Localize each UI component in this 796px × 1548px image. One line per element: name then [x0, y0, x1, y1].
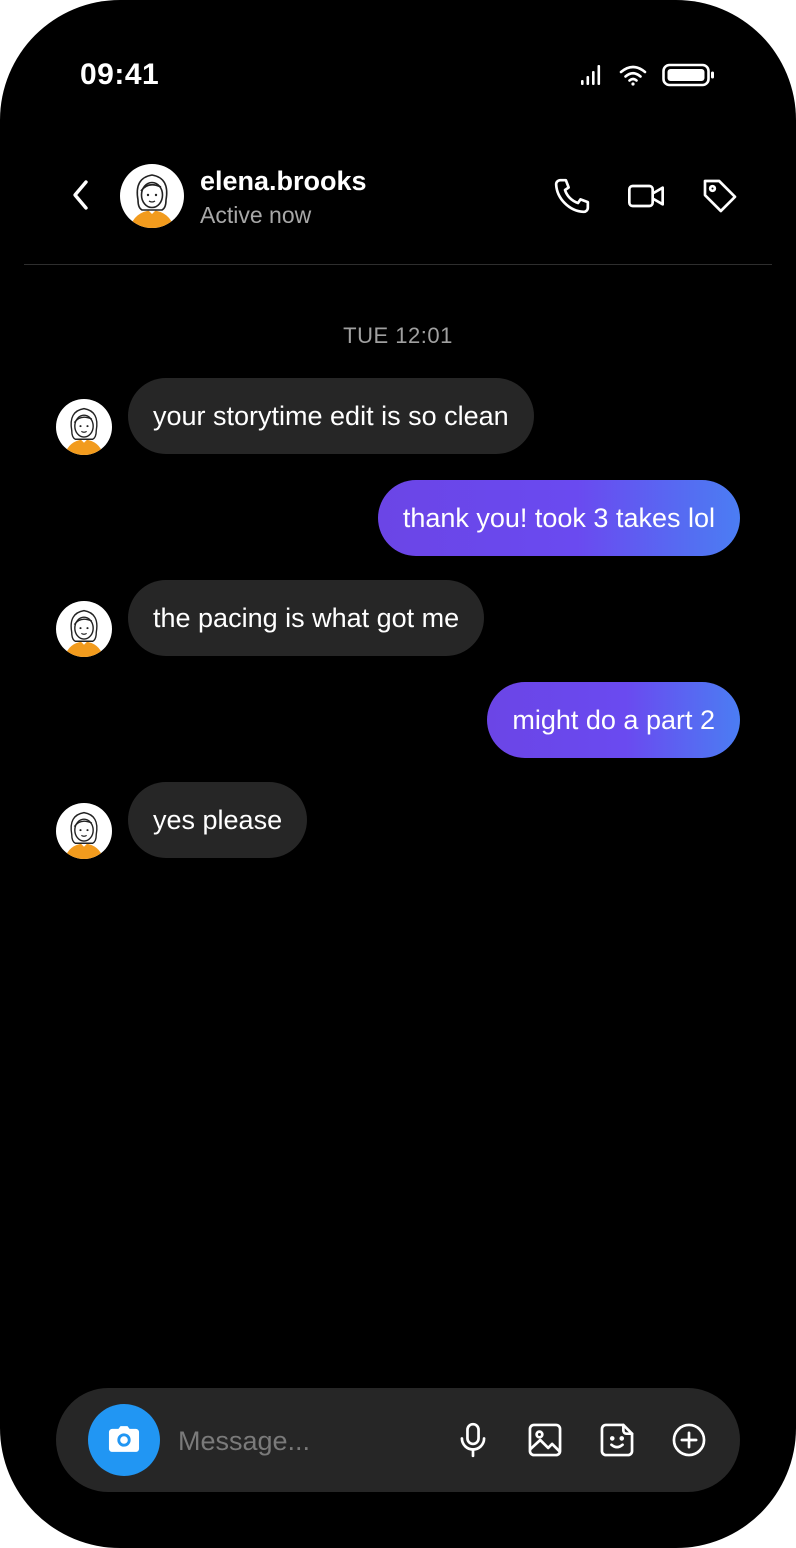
message-row-incoming: the pacing is what got me	[0, 580, 796, 658]
message-row-incoming: your storytime edit is so clean	[0, 378, 796, 456]
chevron-left-icon	[73, 180, 88, 210]
message-bubble-outgoing[interactable]: might do a part 2	[487, 682, 740, 758]
video-camera-icon	[628, 184, 664, 208]
message-composer	[56, 1388, 740, 1492]
voice-message-button[interactable]	[454, 1418, 492, 1462]
video-call-button[interactable]	[626, 174, 666, 218]
sender-avatar[interactable]	[56, 803, 112, 859]
contact-name[interactable]: elena.brooks	[200, 166, 367, 197]
sender-avatar[interactable]	[56, 601, 112, 657]
contact-status: Active now	[200, 202, 312, 228]
message-input[interactable]	[176, 1418, 420, 1464]
battery-icon	[662, 62, 716, 93]
header-actions	[552, 174, 740, 218]
message-bubble-incoming[interactable]: the pacing is what got me	[128, 580, 485, 656]
status-icons	[580, 62, 716, 93]
more-button[interactable]	[670, 1418, 708, 1462]
message-bubble-incoming[interactable]: your storytime edit is so clean	[128, 378, 534, 454]
gallery-button[interactable]	[526, 1418, 564, 1462]
message-bubble-outgoing[interactable]: thank you! took 3 takes lol	[377, 480, 740, 556]
wifi-icon	[618, 63, 648, 92]
tag-button[interactable]	[700, 174, 740, 218]
message-row-outgoing: might do a part 2	[0, 682, 796, 760]
composer-actions	[454, 1418, 708, 1462]
sticker-button[interactable]	[598, 1418, 636, 1462]
plus-circle-icon	[672, 1423, 706, 1457]
microphone-icon	[460, 1422, 486, 1458]
camera-icon	[108, 1426, 140, 1452]
message-row-outgoing: thank you! took 3 takes lol	[0, 480, 796, 558]
cellular-signal-icon	[580, 63, 604, 92]
phone-screen: 09:41 elena.brooks Active now TUE 12:01 …	[0, 0, 796, 1548]
chat-header: elena.brooks Active now	[0, 150, 796, 264]
status-bar: 09:41	[0, 0, 796, 150]
message-row-incoming: yes please	[0, 782, 796, 860]
sticker-icon	[600, 1423, 634, 1457]
status-time: 09:41	[80, 58, 160, 91]
image-icon	[528, 1423, 562, 1457]
sender-avatar[interactable]	[56, 399, 112, 455]
camera-button[interactable]	[88, 1404, 160, 1476]
thread-timestamp: TUE 12:01	[343, 323, 453, 348]
tag-icon	[703, 179, 737, 213]
message-bubble-incoming[interactable]: yes please	[128, 782, 308, 858]
message-thread: TUE 12:01 your storytime edit is so clea…	[0, 265, 796, 1375]
back-button[interactable]	[64, 178, 98, 212]
contact-avatar[interactable]	[120, 164, 184, 228]
voice-call-button[interactable]	[552, 174, 592, 218]
phone-icon	[554, 178, 590, 214]
